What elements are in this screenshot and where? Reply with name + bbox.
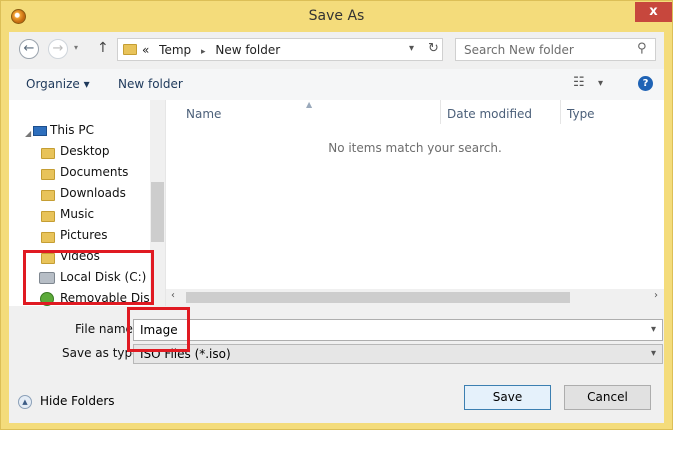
folder-icon [41,146,55,160]
search-input[interactable]: Search New folder ⚲ [455,38,656,61]
scroll-right-arrow-icon[interactable]: › [654,290,658,301]
horizontal-scrollbar[interactable]: ‹ › [166,289,664,306]
column-header-name[interactable]: Name [166,100,440,124]
nav-item-pictures[interactable]: Pictures [9,226,150,246]
column-header-date-modified[interactable]: Date modified [441,100,560,124]
file-list: ▲ Name Date modified Type No items match… [166,100,664,306]
highlight-box-filename [127,307,190,352]
nav-item-desktop[interactable]: Desktop [9,142,150,162]
breadcrumb-overflow[interactable]: « [142,43,149,57]
command-bar: Organize ▾ New folder ☷ ▾ ? [9,69,664,101]
nav-label: Pictures [60,228,108,242]
address-bar[interactable]: « Temp ▸ New folder ▾ ↻ [117,38,443,61]
column-header-label: Date modified [447,107,533,121]
save-as-window: Save As x ← → ▾ ↑ « Temp ▸ New folder ▾ … [0,0,673,430]
file-name-input[interactable]: Image ▾ [133,319,663,341]
breadcrumb-separator-icon[interactable]: ▸ [201,47,206,57]
scroll-left-arrow-icon[interactable]: ‹ [171,290,175,301]
up-arrow-icon[interactable]: ↑ [97,40,109,56]
dialog-body: ← → ▾ ↑ « Temp ▸ New folder ▾ ↻ Search N… [9,32,664,423]
breadcrumb-temp[interactable]: Temp [159,43,191,57]
save-as-type-select[interactable]: ISO Files (*.iso) ▾ [133,344,663,364]
search-icon[interactable]: ⚲ [637,41,647,56]
back-arrow-icon[interactable]: ← [19,39,39,59]
column-header-type[interactable]: Type [561,100,664,124]
file-name-dropdown-icon[interactable]: ▾ [651,324,656,335]
save-button[interactable]: Save [464,385,551,410]
computer-icon [33,125,47,139]
nav-item-documents[interactable]: Documents [9,163,150,183]
recent-locations-chevron-icon[interactable]: ▾ [74,43,78,52]
address-dropdown-icon[interactable]: ▾ [409,43,414,54]
forward-arrow-icon[interactable]: → [48,39,68,59]
nav-item-music[interactable]: Music [9,205,150,225]
window-title: Save As [308,8,365,24]
nav-label: This PC [50,123,94,137]
nav-scrollbar-thumb[interactable] [151,182,164,242]
folder-icon [41,167,55,181]
folder-icon [41,188,55,202]
cancel-button[interactable]: Cancel [564,385,651,410]
highlight-box-disks [23,250,154,305]
hide-folders-label: Hide Folders [40,394,115,408]
horizontal-scrollbar-thumb[interactable] [186,292,570,303]
organize-button[interactable]: Organize ▾ [26,77,90,91]
search-placeholder: Search New folder [464,43,574,57]
title-bar[interactable]: Save As x [1,1,672,32]
new-folder-button[interactable]: New folder [118,77,183,91]
collapse-arrow-icon[interactable]: ◢ [25,129,31,138]
close-button[interactable]: x [635,2,672,22]
collapse-up-icon: ▲ [18,395,32,409]
save-as-type-dropdown-icon[interactable]: ▾ [651,348,656,359]
empty-message: No items match your search. [328,141,502,155]
nav-label: Documents [60,165,129,179]
nav-label: Desktop [60,144,110,158]
folder-icon [41,209,55,223]
column-header-label: Type [567,107,595,121]
column-header-label: Name [186,107,222,121]
view-options-icon[interactable]: ☷ [573,75,585,90]
help-icon[interactable]: ? [638,76,653,91]
nav-item-downloads[interactable]: Downloads [9,184,150,204]
breadcrumb-new-folder[interactable]: New folder [215,43,280,57]
address-row: ← → ▾ ↑ « Temp ▸ New folder ▾ ↻ Search N… [9,32,664,68]
folder-icon [41,230,55,244]
folder-icon [123,44,137,55]
nav-label: Downloads [60,186,126,200]
view-options-dropdown-icon[interactable]: ▾ [598,78,603,89]
nav-item-this-pc[interactable]: ◢ This PC [9,121,150,141]
refresh-icon[interactable]: ↻ [428,41,439,56]
nav-label: Music [60,207,95,221]
